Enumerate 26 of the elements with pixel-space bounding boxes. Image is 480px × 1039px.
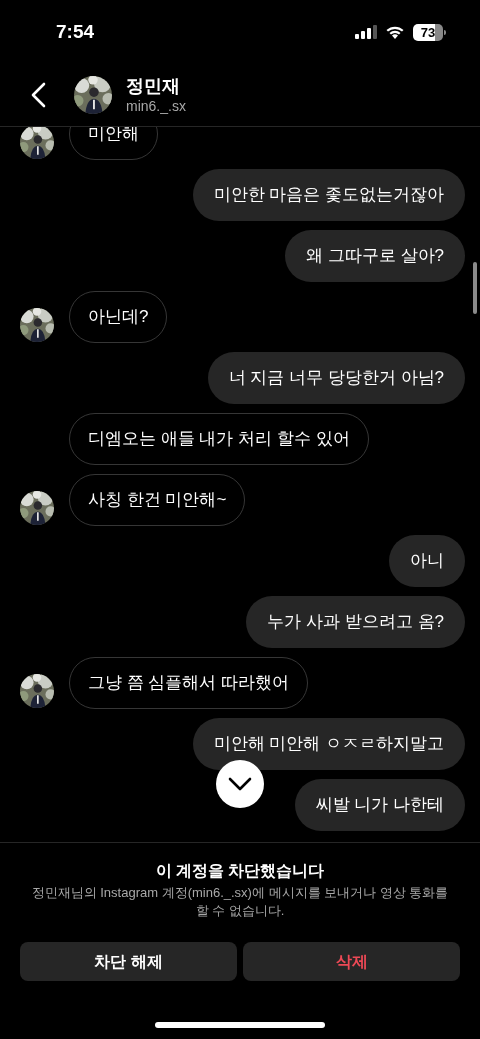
sent-message: 아니 — [389, 535, 465, 587]
contact-username: min6._.sx — [126, 97, 186, 115]
scroll-down-button[interactable] — [216, 760, 264, 808]
signal-icon — [355, 25, 377, 39]
scrollbar — [473, 262, 477, 314]
delete-button[interactable]: 삭제 — [243, 942, 460, 981]
received-message: 사칭 한건 미안해~ — [69, 474, 246, 526]
sent-message: 미안한 마음은 좇도없는거잖아 — [192, 169, 465, 221]
battery-icon: 73 — [413, 23, 446, 41]
received-message: 미안해 — [69, 127, 158, 160]
received-message: 디엠오는 애들 내가 처리 할수 있어 — [69, 413, 369, 465]
status-time: 7:54 — [56, 19, 95, 44]
contact-name: 정민재 — [126, 75, 181, 97]
received-message: 그냥 쯤 심플해서 따라했어 — [69, 657, 309, 709]
back-icon[interactable] — [30, 82, 46, 108]
blocked-title: 이 계정을 차단했습니다 — [155, 861, 325, 881]
blocked-description: 정민재님의 Instagram 계정(min6._.sx)에 메시지를 보내거나 영상 통화를 할 수 없습니다. — [30, 884, 450, 920]
sent-message: 미안해 미안해 ㅇㅈㄹ하지말고 — [192, 718, 465, 770]
received-message: 아닌데? — [69, 291, 168, 343]
sent-message: 누가 사과 받으려고 옴? — [246, 596, 465, 648]
sent-message: 씨발 니가 나한테 — [294, 779, 465, 831]
sent-message: 왜 그따구로 살아? — [285, 230, 465, 282]
wifi-icon — [385, 25, 405, 39]
unblock-button[interactable]: 차단 해제 — [20, 942, 237, 981]
chevron-down-icon — [228, 777, 252, 791]
sent-message: 너 지금 너무 당당한거 아님? — [207, 352, 465, 404]
